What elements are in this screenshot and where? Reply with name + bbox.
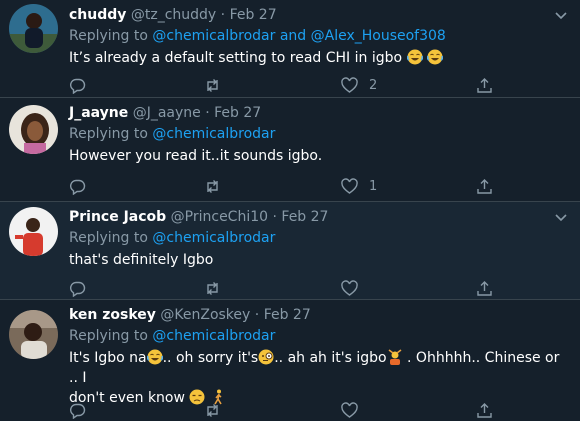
separator: · [254,307,260,323]
tweet-text-part: .. ah ah it's igbo [274,350,387,366]
display-name[interactable]: Prince Jacob [69,209,166,225]
tweet-chuddy[interactable]: chuddy @tz_chuddy · Feb 27 Replying to @… [0,0,580,98]
replying-to: Replying to @chemicalbrodar [69,125,275,143]
retweet-button[interactable] [204,278,221,298]
face-with-monocle-icon [258,349,274,365]
tweet-text-part: It’s already a default setting to read C… [69,50,407,66]
tweet-date[interactable]: Feb 27 [214,105,261,121]
retweet-icon [207,179,218,193]
tweet-header: Prince Jacob @PrinceChi10 · Feb 27 [69,208,550,226]
avatar[interactable] [9,105,58,154]
replying-to-label: Replying to [69,328,153,344]
face-with-tears-of-joy-icon [146,349,163,365]
like-icon [341,401,358,418]
share-icon [477,402,492,418]
tweet-text-part: that's definitely Igbo [69,252,214,268]
retweet-button[interactable] [204,75,221,95]
retweet-icon [207,403,218,417]
like-icon [341,279,358,296]
reply-icon [70,281,86,297]
display-name[interactable]: ken zoskey [69,307,156,323]
share-button[interactable] [476,278,493,298]
avatar[interactable] [9,207,58,256]
reply-mentions[interactable]: @chemicalbrodar [152,230,275,246]
tweet-text-part: However you read it..it sounds igbo. [69,148,323,164]
avatar[interactable] [9,4,58,53]
user-handle[interactable]: @PrinceChi10 [171,209,268,225]
tweet-date[interactable]: Feb 27 [230,7,277,23]
tweet-header: chuddy @tz_chuddy · Feb 27 [69,6,550,24]
tweet-text: It’s already a default setting to read C… [69,48,564,68]
separator: · [205,105,210,121]
like-icon [341,177,358,194]
face-with-tears-of-joy-icon [426,49,443,65]
reply-button[interactable] [69,176,86,196]
reply-icon [70,179,86,195]
tweet-actions [69,278,564,298]
tweet-text-part: .. oh sorry it's [162,350,259,366]
tweet-text: However you read it..it sounds igbo. [69,146,564,166]
share-button[interactable] [476,75,493,95]
replying-to: Replying to @chemicalbrodar [69,229,275,247]
tweet-text: It's Igbo na .. oh sorry it's .. ah ah i… [69,348,566,408]
tweet-header: J_aayne @J_aayne · Feb 27 [69,104,550,122]
display-name[interactable]: J_aayne [69,105,128,121]
replying-to-label: Replying to [69,126,153,142]
tweet-actions [69,400,564,420]
like-button[interactable]: 2 [341,75,377,95]
reply-button[interactable] [69,278,86,298]
tweet-date[interactable]: Feb 27 [264,307,311,323]
retweet-button[interactable] [204,176,221,196]
reply-button[interactable] [69,400,86,420]
share-button[interactable] [476,400,493,420]
tweet-prince-jacob[interactable]: Prince Jacob @PrinceChi10 · Feb 27 Reply… [0,202,580,300]
user-handle[interactable]: @J_aayne [133,105,201,121]
retweet-icon [207,281,218,295]
like-button[interactable] [341,278,358,298]
replying-to-label: Replying to [69,230,153,246]
user-handle[interactable]: @KenZoskey [160,307,250,323]
reply-icon [70,403,86,419]
caret-down-icon[interactable] [554,8,568,22]
like-button[interactable] [341,400,358,420]
separator: · [272,209,277,225]
replying-to-label: Replying to [69,28,153,44]
reply-icon [70,78,86,94]
face-with-tears-of-joy-icon [406,49,423,65]
share-icon [477,178,492,194]
like-button[interactable]: 1 [341,176,377,196]
separator: · [220,7,226,23]
retweet-button[interactable] [204,400,221,420]
reply-mentions[interactable]: @chemicalbrodar and @Alex_Houseof308 [152,28,445,44]
tweet-text: that's definitely Igbo [69,250,564,270]
share-icon [477,77,492,93]
tweet-actions: 1 [69,176,564,196]
like-count: 2 [369,77,378,93]
retweet-icon [207,78,218,92]
display-name[interactable]: chuddy [69,7,126,23]
tweet-text-part: It's Igbo na [69,350,147,366]
share-button[interactable] [476,176,493,196]
tweet-j-aayne[interactable]: J_aayne @J_aayne · Feb 27 Replying to @c… [0,98,580,202]
tweet-date[interactable]: Feb 27 [281,209,328,225]
share-icon [477,280,492,296]
replying-to: Replying to @chemicalbrodar and @Alex_Ho… [69,27,446,45]
caret-down-icon[interactable] [554,210,568,224]
reply-mentions[interactable]: @chemicalbrodar [152,126,275,142]
reply-mentions[interactable]: @chemicalbrodar [152,328,275,344]
person-gesturing-ok-icon [388,349,402,365]
tweet-ken-zoskey[interactable]: ken zoskey @KenZoskey · Feb 27 Replying … [0,300,580,421]
avatar[interactable] [9,310,58,359]
like-count: 1 [369,178,378,194]
tweet-header: ken zoskey @KenZoskey · Feb 27 [69,306,550,324]
tweet-actions: 2 [69,75,564,95]
reply-button[interactable] [69,75,86,95]
like-icon [341,76,358,93]
replying-to: Replying to @chemicalbrodar [69,327,275,345]
user-handle[interactable]: @tz_chuddy [131,7,216,23]
